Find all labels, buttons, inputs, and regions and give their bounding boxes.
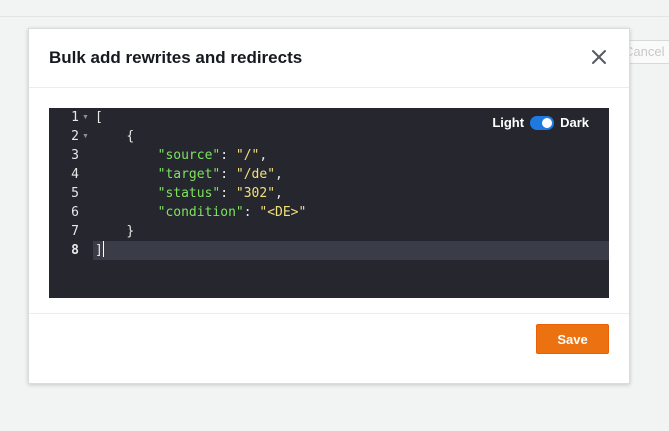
background-top-bar (0, 0, 669, 17)
modal-title: Bulk add rewrites and redirects (49, 48, 303, 67)
close-brace: } (126, 224, 135, 239)
line-number: 2 (71, 129, 79, 144)
json-key: "target" (157, 167, 221, 182)
json-value: "/" (235, 148, 260, 163)
modal-header: Bulk add rewrites and redirects (29, 29, 629, 88)
json-key: "status" (157, 186, 221, 201)
line-number: 5 (71, 186, 79, 201)
json-value: "302" (235, 186, 276, 201)
background-cancel-label: Cancel (628, 44, 665, 59)
line-number: 4 (71, 167, 79, 182)
save-button[interactable]: Save (536, 324, 609, 354)
code-line-4: "target": "/de", (157, 167, 283, 182)
code-line-2: { (95, 127, 134, 146)
fold-arrow-icon[interactable]: ▼ (82, 108, 89, 127)
theme-light-label: Light (492, 115, 525, 130)
open-bracket: [ (95, 110, 103, 125)
json-code-editor[interactable]: 1 ▼ 2 ▼ 3 4 5 6 7 8 [ { "source": "/", "… (49, 108, 609, 298)
fold-arrow-icon[interactable]: ▼ (82, 127, 89, 146)
code-line-8: ] (95, 241, 104, 260)
background-cancel-button: Cancel (628, 40, 669, 64)
open-brace: { (126, 129, 135, 144)
line-number: 3 (71, 148, 79, 163)
line-number: 1 (71, 110, 79, 125)
line-number: 6 (71, 205, 79, 220)
json-value: "<DE>" (259, 205, 307, 220)
line-number-gutter: 1 ▼ 2 ▼ 3 4 5 6 7 8 (49, 108, 93, 298)
code-line-5: "status": "302", (157, 186, 283, 201)
line-number: 7 (71, 224, 79, 239)
theme-toggle: Light Dark (492, 115, 589, 130)
close-bracket: ] (95, 243, 103, 258)
text-cursor (102, 241, 104, 257)
close-button[interactable] (587, 45, 611, 69)
theme-toggle-switch[interactable] (530, 115, 555, 130)
code-line-3: "source": "/", (157, 148, 268, 163)
theme-dark-label: Dark (560, 115, 589, 130)
modal-footer: Save (29, 313, 629, 384)
code-line-1: [ (95, 108, 103, 127)
close-icon (592, 50, 606, 64)
line-number-active: 8 (71, 243, 79, 258)
toggle-knob (542, 117, 553, 128)
code-line-6: "condition": "<DE>" (157, 205, 307, 220)
active-line-highlight (49, 241, 609, 260)
json-key: "condition" (157, 205, 244, 220)
code-line-7: } (95, 222, 134, 241)
json-value: "/de" (235, 167, 276, 182)
bulk-add-modal: Bulk add rewrites and redirects 1 ▼ 2 ▼ … (28, 28, 630, 384)
json-key: "source" (157, 148, 221, 163)
